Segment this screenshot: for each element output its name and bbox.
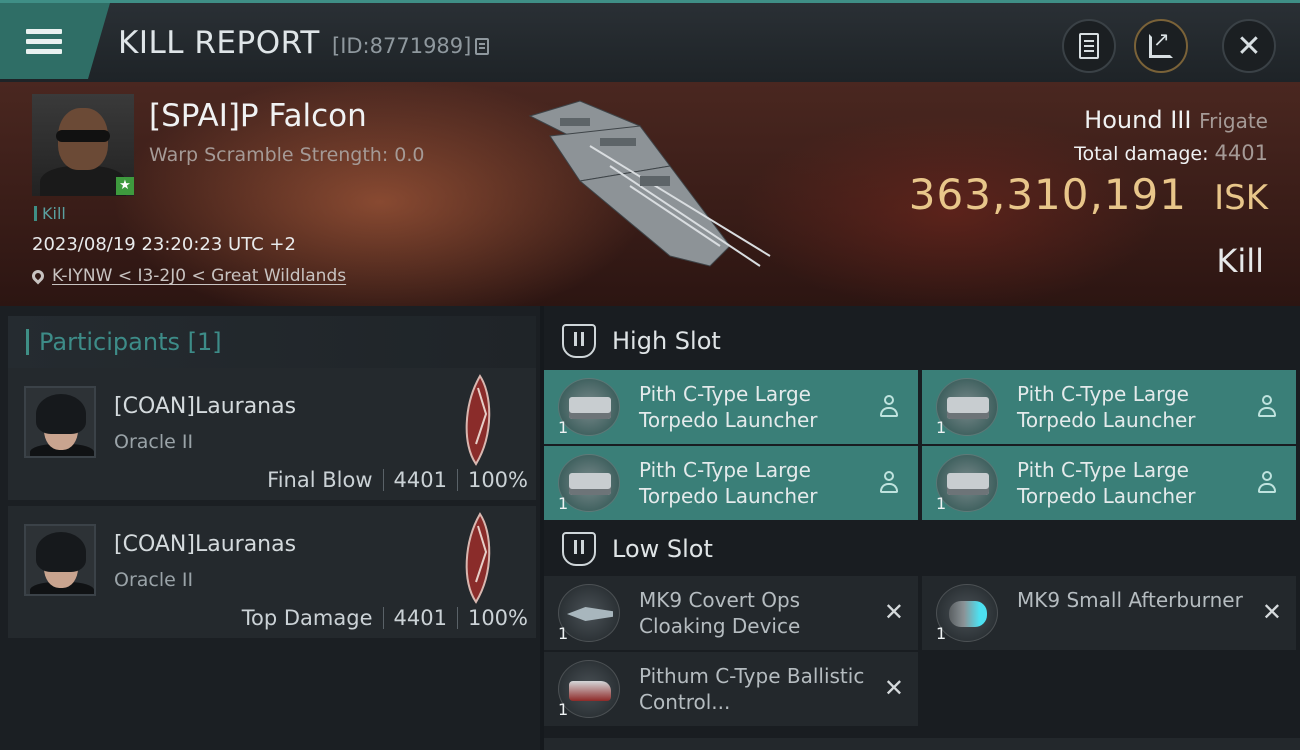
module-quantity: 1 bbox=[936, 624, 947, 643]
kill-location[interactable]: K-IYNW < I3-2J0 < Great Wildlands bbox=[29, 266, 346, 286]
ship-render-image bbox=[528, 100, 771, 267]
share-button[interactable] bbox=[1134, 19, 1188, 73]
high-slot-header: High Slot bbox=[544, 312, 1300, 370]
low-slot-module[interactable]: 1 MK9 Small Afterburner ✕ bbox=[922, 576, 1296, 650]
victim-ship-class: Frigate bbox=[1199, 109, 1268, 133]
page-title: KILL REPORT bbox=[118, 25, 320, 61]
high-slot-module[interactable]: 1 Pith C-Type Large Torpedo Launcher bbox=[922, 370, 1296, 444]
kill-report-header: KILL REPORT [ID:8771989] ✕ bbox=[0, 0, 1300, 82]
person-icon[interactable] bbox=[1258, 395, 1276, 417]
module-name: MK9 Covert Ops Cloaking Device bbox=[639, 588, 801, 638]
close-button[interactable]: ✕ bbox=[1222, 19, 1276, 73]
high-slot-module[interactable]: 1 Pith C-Type Large Torpedo Launcher bbox=[922, 446, 1296, 520]
participant-damage: 4401 bbox=[393, 606, 447, 630]
module-name: Pith C-Type Large Torpedo Launcher bbox=[1017, 382, 1196, 432]
low-slot-module[interactable]: 1 Pithum C-Type Ballistic Control... ✕ bbox=[544, 652, 918, 726]
isk-amount: 363,310,191 bbox=[908, 170, 1187, 219]
participants-header: Participants [1] bbox=[8, 316, 536, 368]
warp-scramble-strength: Warp Scramble Strength: 0.0 bbox=[149, 144, 425, 166]
module-quantity: 1 bbox=[558, 700, 569, 719]
star-icon: ★ bbox=[116, 177, 134, 195]
participant-ship: Oracle II bbox=[114, 569, 194, 591]
module-name: Pith C-Type Large Torpedo Launcher bbox=[639, 382, 818, 432]
participant-name[interactable]: [COAN]Lauranas bbox=[114, 532, 296, 557]
person-icon[interactable] bbox=[880, 395, 898, 417]
kill-id-text: [ID:8771989] bbox=[332, 34, 472, 58]
high-slot-module[interactable]: 1 Pith C-Type Large Torpedo Launcher bbox=[544, 446, 918, 520]
participant-card[interactable]: [COAN]Lauranas Oracle II Top Damage 4401… bbox=[8, 506, 536, 640]
module-quantity: 1 bbox=[558, 624, 569, 643]
participant-percent: 100% bbox=[467, 468, 528, 492]
kill-tag-label: Kill bbox=[42, 204, 66, 223]
hamburger-icon bbox=[26, 24, 62, 59]
module-quantity: 1 bbox=[936, 418, 947, 437]
low-slot-label: Low Slot bbox=[612, 535, 713, 563]
module-name: Pith C-Type Large Torpedo Launcher bbox=[1017, 458, 1196, 508]
participant-damage: 4401 bbox=[393, 468, 447, 492]
kill-timestamp: 2023/08/19 23:20:23 UTC +2 bbox=[32, 234, 296, 255]
participant-role: Top Damage bbox=[241, 606, 373, 630]
participant-name[interactable]: [COAN]Lauranas bbox=[114, 394, 296, 419]
document-icon bbox=[1079, 33, 1099, 59]
victim-pilot-name[interactable]: [SPAI]P Falcon bbox=[149, 98, 367, 134]
total-damage: Total damage: 4401 bbox=[1074, 141, 1268, 165]
module-quantity: 1 bbox=[558, 494, 569, 513]
participants-title: Participants [1] bbox=[39, 328, 222, 356]
isk-value: 363,310,191 ISK bbox=[909, 170, 1268, 219]
oracle-ship-icon bbox=[465, 512, 491, 604]
participant-stats: Top Damage 4401 100% bbox=[242, 606, 528, 630]
total-damage-value: 4401 bbox=[1214, 141, 1268, 165]
low-slot-header: Low Slot bbox=[544, 520, 1300, 578]
person-icon[interactable] bbox=[1258, 471, 1276, 493]
module-name: Pith C-Type Large Torpedo Launcher bbox=[639, 458, 818, 508]
high-slot-label: High Slot bbox=[612, 327, 721, 355]
isk-unit: ISK bbox=[1214, 178, 1268, 218]
destroyed-x-icon: ✕ bbox=[883, 598, 904, 626]
location-pin-icon bbox=[29, 267, 47, 285]
participant-ship: Oracle II bbox=[114, 431, 194, 453]
low-slot-module[interactable]: 1 MK9 Covert Ops Cloaking Device ✕ bbox=[544, 576, 918, 650]
oracle-ship-icon bbox=[465, 374, 491, 466]
victim-banner: ★ [SPAI]P Falcon Warp Scramble Strength:… bbox=[0, 82, 1300, 306]
victim-ship-name: Hound III bbox=[1084, 106, 1192, 134]
fitting-panel: High Slot 1 Pith C-Type Large Torpedo La… bbox=[544, 306, 1300, 750]
participant-avatar[interactable] bbox=[24, 386, 96, 458]
kill-tag: Kill bbox=[34, 204, 66, 223]
destroyed-x-icon: ✕ bbox=[1261, 598, 1282, 626]
low-slot-icon bbox=[562, 532, 596, 566]
high-slot-module[interactable]: 1 Pith C-Type Large Torpedo Launcher bbox=[544, 370, 918, 444]
module-name: MK9 Small Afterburner bbox=[1017, 588, 1243, 612]
high-slot-icon bbox=[562, 324, 596, 358]
person-icon[interactable] bbox=[880, 471, 898, 493]
total-damage-label: Total damage: bbox=[1074, 143, 1209, 165]
participant-percent: 100% bbox=[467, 606, 528, 630]
report-document-button[interactable] bbox=[1062, 19, 1116, 73]
copy-icon[interactable] bbox=[475, 37, 490, 55]
menu-button[interactable] bbox=[0, 3, 110, 79]
module-name: Pithum C-Type Ballistic Control... bbox=[639, 664, 865, 714]
victim-ship[interactable]: Hound III Frigate bbox=[1084, 106, 1268, 134]
participant-stats: Final Blow 4401 100% bbox=[267, 468, 528, 492]
participant-role: Final Blow bbox=[267, 468, 373, 492]
destroyed-x-icon: ✕ bbox=[883, 674, 904, 702]
participant-card[interactable]: [COAN]Lauranas Oracle II Final Blow 4401… bbox=[8, 368, 536, 502]
module-quantity: 1 bbox=[936, 494, 947, 513]
close-icon: ✕ bbox=[1236, 28, 1262, 64]
next-section-peek bbox=[544, 738, 1300, 750]
participants-panel: Participants [1] [COAN]Lauranas Oracle I… bbox=[0, 306, 540, 750]
kill-id[interactable]: [ID:8771989] bbox=[332, 34, 490, 58]
location-link[interactable]: K-IYNW < I3-2J0 < Great Wildlands bbox=[52, 266, 346, 286]
participant-avatar[interactable] bbox=[24, 524, 96, 596]
kill-result-label: Kill bbox=[1216, 242, 1264, 280]
module-quantity: 1 bbox=[558, 418, 569, 437]
share-icon bbox=[1149, 27, 1173, 58]
